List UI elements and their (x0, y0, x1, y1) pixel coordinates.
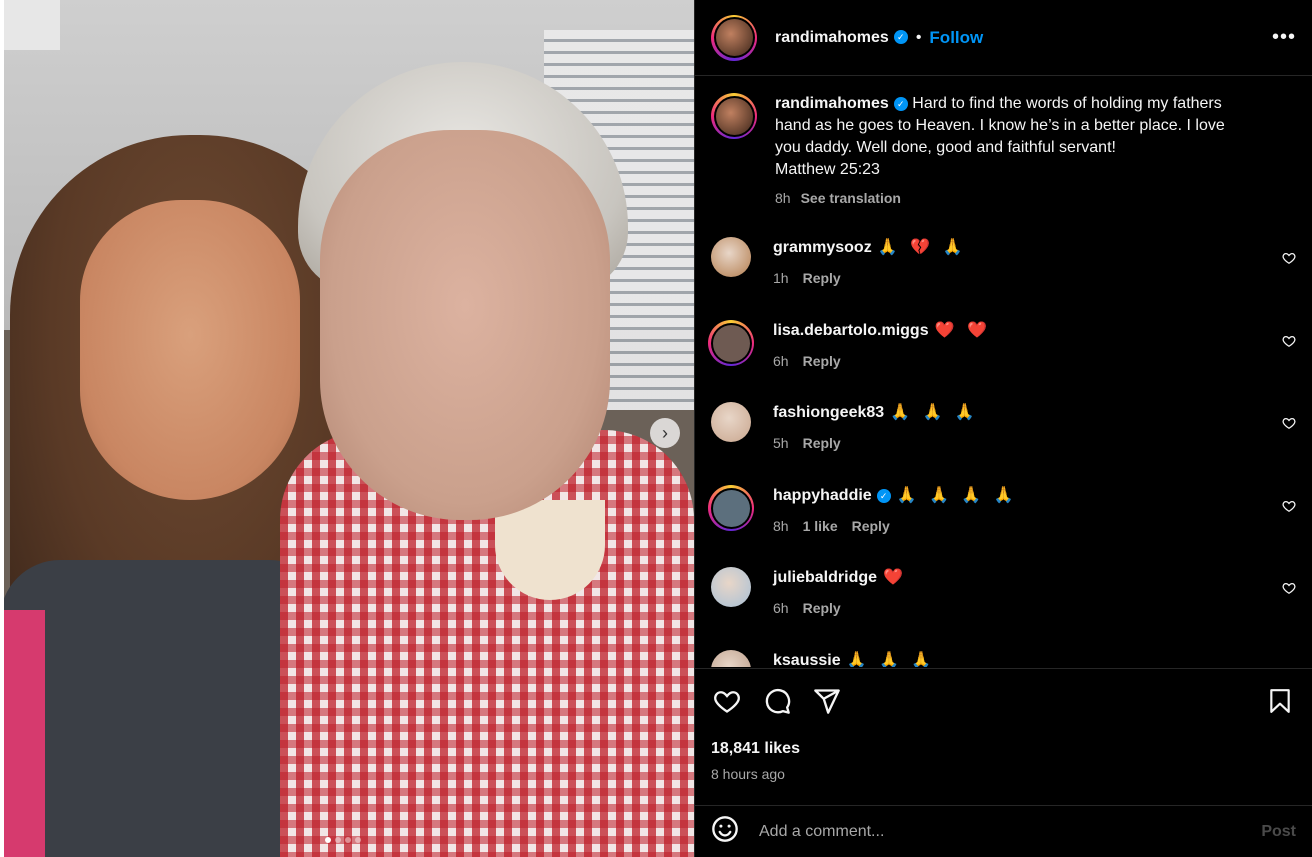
comment-text: 🙏 🙏 🙏 (846, 652, 936, 667)
commenter-avatar[interactable] (711, 237, 751, 277)
reply-button[interactable]: Reply (803, 435, 841, 451)
comment-like-heart-icon[interactable] (1282, 499, 1296, 516)
post-header: randimahomes ✓ • Follow ••• (695, 0, 1312, 76)
comment-like-count[interactable]: 1 like (803, 518, 838, 534)
next-photo-button[interactable]: › (650, 418, 680, 448)
post-viewer: › randimahomes ✓ • Follow ••• randimahome… (0, 0, 1312, 857)
comment-username[interactable]: grammysooz (773, 239, 872, 256)
comment-row: lisa.debartolo.miggs ❤️ ❤️ 6h Reply (708, 320, 1296, 372)
caption-time: 8h (775, 190, 791, 206)
comment-like-heart-icon[interactable] (1282, 334, 1296, 351)
woman-face (80, 200, 300, 500)
comment-time: 5h (773, 435, 789, 451)
comment-like-heart-icon[interactable] (1282, 251, 1296, 268)
caption-line-3: you daddy. Well done, good and faithful … (775, 139, 1116, 156)
see-translation-link[interactable]: See translation (801, 190, 901, 206)
pink-sleeve (0, 610, 45, 857)
reply-button[interactable]: Reply (803, 600, 841, 616)
ceiling-corner (0, 0, 60, 50)
caption-line-1: Hard to find the words of holding my fat… (912, 95, 1222, 112)
verified-badge-icon: ✓ (876, 488, 891, 503)
post-time: 8 hours ago (711, 766, 785, 782)
comment-row: juliebaldridge ❤️ 6h Reply (711, 567, 1296, 619)
verified-badge-icon: ✓ (893, 96, 908, 111)
reply-button[interactable]: Reply (852, 518, 890, 534)
post-actions: 18,841 likes 8 hours ago (695, 668, 1312, 782)
avatar-image (712, 324, 750, 362)
caption-line-2: hand as he goes to Heaven. I know he’s i… (775, 117, 1225, 134)
caption-username[interactable]: randimahomes (775, 95, 889, 112)
comment-row: happyhaddie ✓ 🙏 🙏 🙏 🙏 8h 1 like Reply (708, 485, 1296, 537)
commenter-avatar[interactable] (711, 567, 751, 607)
heart-icon[interactable] (711, 685, 743, 717)
caption-avatar[interactable] (711, 93, 757, 139)
commenter-avatar[interactable] (711, 650, 751, 667)
comment-text: ❤️ ❤️ (934, 322, 991, 339)
commenter-avatar[interactable] (708, 485, 754, 531)
separator-dot: • (915, 28, 922, 46)
commenter-avatar[interactable] (708, 320, 754, 366)
comment-like-heart-icon[interactable] (1282, 416, 1296, 433)
comment-row: fashiongeek83 🙏 🙏 🙏 5h Reply (711, 402, 1296, 454)
comment-row: ksaussie 🙏 🙏 🙏 (711, 650, 1296, 667)
caption-line-4: Matthew 25:23 (775, 161, 880, 178)
comment-like-heart-icon[interactable] (1282, 581, 1296, 598)
chevron-right-icon: › (662, 422, 668, 443)
comment-username[interactable]: fashiongeek83 (773, 404, 884, 421)
more-options-icon[interactable]: ••• (1272, 26, 1296, 49)
author-avatar[interactable] (711, 14, 757, 61)
comment-row: grammysooz 🙏 💔 🙏 1h Reply (711, 237, 1296, 289)
reply-button[interactable]: Reply (803, 270, 841, 286)
post-photo[interactable]: › (0, 0, 694, 857)
carousel-dots (325, 837, 361, 843)
avatar-image (712, 489, 750, 527)
commenter-avatar[interactable] (711, 402, 751, 442)
verified-badge-icon: ✓ (893, 30, 908, 45)
author-username[interactable]: randimahomes ✓ (775, 29, 908, 47)
comment-text: 🙏 🙏 🙏 (890, 404, 979, 421)
reply-button[interactable]: Reply (803, 353, 841, 369)
comment-icon[interactable] (761, 685, 793, 717)
comments-feed[interactable]: randimahomes ✓ Hard to find the words of … (695, 77, 1312, 667)
emoji-icon[interactable] (711, 815, 739, 848)
comment-username[interactable]: happyhaddie (773, 487, 872, 504)
add-comment-bar: Post (695, 805, 1312, 857)
comment-input[interactable] (759, 822, 1262, 841)
comment-time: 1h (773, 270, 789, 286)
like-count[interactable]: 18,841 likes (711, 740, 1296, 758)
comment-username[interactable]: ksaussie (773, 652, 841, 667)
carousel-dot (335, 837, 341, 843)
carousel-dot (325, 837, 331, 843)
comment-time: 6h (773, 600, 789, 616)
comment-text: 🙏 🙏 🙏 🙏 (896, 487, 1018, 504)
man-face (320, 130, 610, 520)
comment-text: 🙏 💔 🙏 (877, 239, 967, 256)
comment-username[interactable]: lisa.debartolo.miggs (773, 322, 929, 339)
comment-text: ❤️ (883, 569, 907, 586)
follow-button[interactable]: Follow (929, 28, 983, 48)
comment-username[interactable]: juliebaldridge (773, 569, 877, 586)
post-side-panel: randimahomes ✓ • Follow ••• randimahomes ✓… (694, 0, 1312, 857)
carousel-dot (345, 837, 351, 843)
carousel-dot (355, 837, 361, 843)
photo-edge (0, 0, 4, 857)
save-icon[interactable] (1264, 685, 1296, 717)
post-comment-button[interactable]: Post (1261, 823, 1296, 841)
post-caption: randimahomes ✓ Hard to find the words of … (695, 77, 1312, 209)
comment-time: 8h (773, 518, 789, 534)
comment-time: 6h (773, 353, 789, 369)
share-icon[interactable] (811, 685, 843, 717)
